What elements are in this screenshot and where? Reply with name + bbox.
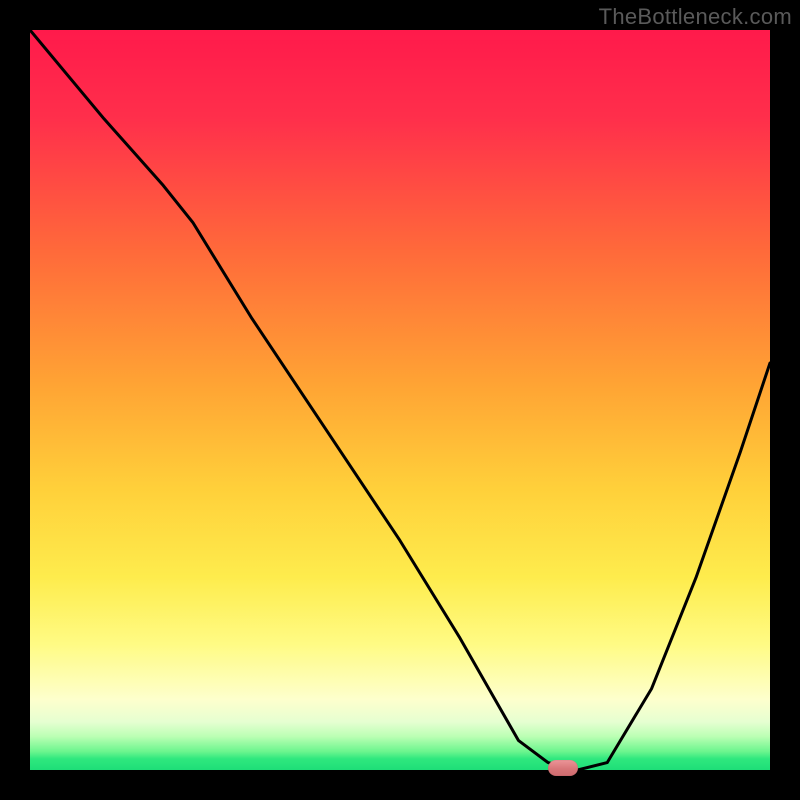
chart-canvas bbox=[0, 0, 800, 800]
watermark-text: TheBottleneck.com bbox=[599, 4, 792, 30]
chart-root: TheBottleneck.com bbox=[0, 0, 800, 800]
gradient-background bbox=[30, 30, 770, 770]
current-marker bbox=[548, 760, 578, 776]
